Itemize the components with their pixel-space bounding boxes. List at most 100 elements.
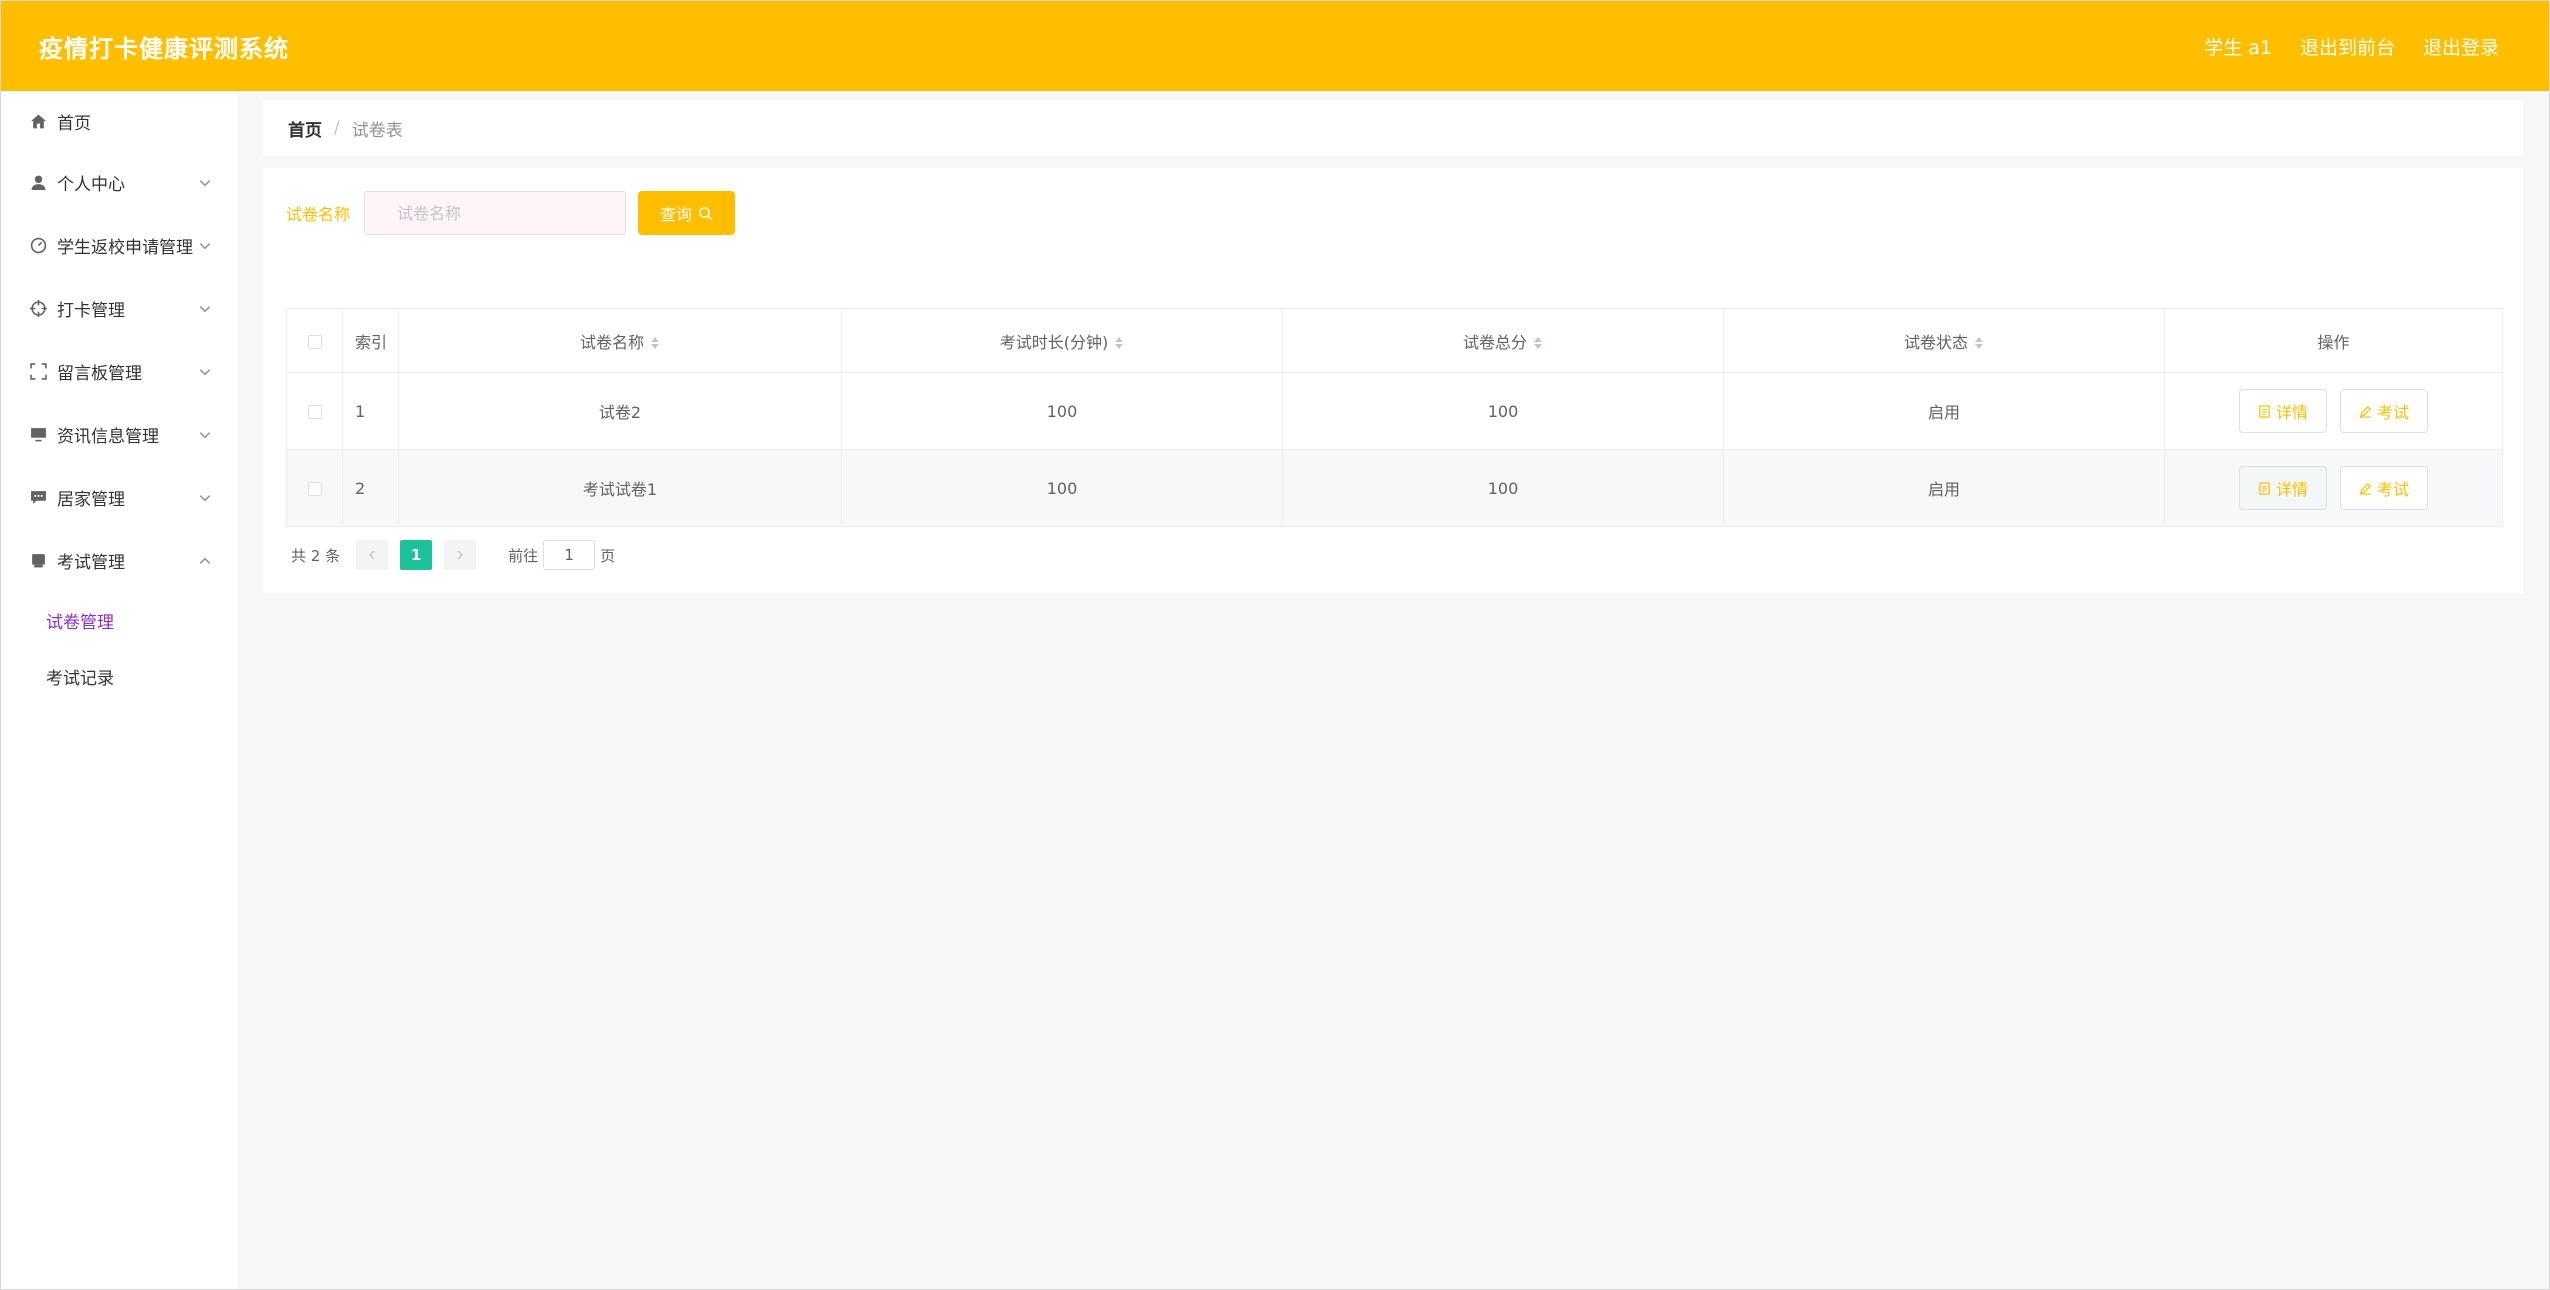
search-button-label: 查询: [660, 205, 693, 224]
chevron-down-icon: [199, 494, 211, 501]
chat-icon: [29, 489, 47, 507]
search-button[interactable]: 查询: [638, 191, 736, 235]
search-label: 试卷名称: [286, 205, 351, 224]
pagination-total: 共 2 条: [291, 546, 341, 565]
column-header-index: 索引: [342, 308, 399, 373]
row-index: 2: [342, 449, 399, 527]
app-title: 疫情打卡健康评测系统: [39, 34, 289, 63]
table-row: 2 考试试卷1 100 100 启用 详情 考试: [286, 449, 2503, 527]
breadcrumb-separator: /: [334, 118, 340, 138]
user-icon: [29, 174, 47, 192]
sidebar-item-label: 考试管理: [57, 553, 125, 573]
sidebar-item-label: 居家管理: [57, 490, 125, 510]
detail-button[interactable]: 详情: [2238, 389, 2327, 433]
edit-icon: [2359, 482, 2372, 495]
select-all-cell: [286, 308, 343, 373]
next-page-button[interactable]: [444, 540, 477, 570]
search-form: 试卷名称 查询: [286, 191, 736, 235]
sidebar-subitem-exam-records[interactable]: 考试记录: [1, 648, 238, 704]
current-user: 学生 a1: [2204, 36, 2272, 59]
edit-icon: [2359, 405, 2372, 418]
row-score: 100: [1282, 449, 1724, 527]
chevron-down-icon: [199, 242, 211, 249]
sort-icon[interactable]: [1974, 335, 1984, 351]
row-index: 1: [342, 372, 399, 450]
page-number-current[interactable]: 1: [400, 540, 433, 570]
prev-page-button[interactable]: [356, 540, 389, 570]
sidebar-item-news[interactable]: 资讯信息管理: [1, 403, 238, 466]
sidebar-item-message-board[interactable]: 留言板管理: [1, 340, 238, 403]
printer-icon: [29, 552, 47, 570]
search-input[interactable]: [364, 191, 627, 235]
page-suffix: 页: [600, 546, 616, 565]
home-icon: [29, 112, 47, 130]
column-header-score[interactable]: 试卷总分: [1282, 308, 1724, 373]
chevron-left-icon: [369, 550, 375, 560]
sidebar-item-home[interactable]: 首页: [1, 91, 238, 151]
sort-icon[interactable]: [650, 335, 660, 351]
sidebar-item-label: 学生返校申请管理: [57, 238, 193, 258]
sidebar-subitem-paper-management[interactable]: 试卷管理: [1, 592, 238, 648]
chevron-right-icon: [457, 550, 464, 560]
column-header-duration[interactable]: 考试时长(分钟): [841, 308, 1283, 373]
sidebar-item-label: 留言板管理: [57, 364, 142, 384]
sidebar-item-label: 个人中心: [57, 175, 125, 195]
exam-button[interactable]: 考试: [2340, 389, 2429, 433]
sidebar-item-exam[interactable]: 考试管理: [1, 529, 238, 592]
row-checkbox[interactable]: [307, 405, 322, 419]
exam-button-label: 考试: [2377, 403, 2410, 422]
row-select-cell: [286, 449, 343, 527]
sidebar-item-personal[interactable]: 个人中心: [1, 151, 238, 214]
row-select-cell: [286, 372, 343, 450]
pagination: 共 2 条 1 前往 页: [291, 540, 615, 570]
papers-table: 索引 试卷名称 考试时长(分钟) 试卷总分 试卷状态 操作 1 试卷2 100 …: [286, 308, 2503, 527]
row-checkbox[interactable]: [307, 482, 322, 496]
sidebar-item-label: 首页: [57, 113, 91, 134]
breadcrumb-home[interactable]: 首页: [288, 116, 322, 141]
sidebar-item-label: 资讯信息管理: [57, 427, 159, 447]
to-front-link[interactable]: 退出到前台: [2300, 33, 2395, 60]
monitor-icon: [29, 426, 47, 444]
exam-button[interactable]: 考试: [2340, 466, 2429, 510]
pagination-goto: 前往 页: [508, 540, 615, 570]
column-header-actions: 操作: [2164, 308, 2503, 373]
logout-link[interactable]: 退出登录: [2423, 33, 2499, 60]
column-header-label: 试卷名称: [579, 332, 644, 352]
chevron-down-icon: [199, 179, 211, 186]
document-icon: [2259, 404, 2270, 418]
detail-button-label: 详情: [2275, 480, 2308, 499]
gauge-icon: [29, 237, 47, 255]
chevron-down-icon: [199, 305, 211, 312]
main-content: 试卷名称 查询 索引 试卷名称 考试时长(分钟) 试卷总分 试卷状态 操作 1 …: [263, 168, 2523, 593]
detail-button[interactable]: 详情: [2238, 466, 2327, 510]
table-row: 1 试卷2 100 100 启用 详情 考试: [286, 372, 2503, 450]
row-actions: 详情 考试: [2164, 372, 2503, 450]
sidebar-item-home-quarantine[interactable]: 居家管理: [1, 466, 238, 529]
chevron-up-icon: [199, 557, 211, 564]
goto-label: 前往: [508, 546, 539, 565]
chevron-down-icon: [199, 368, 211, 375]
column-header-label: 试卷总分: [1462, 332, 1527, 352]
select-all-checkbox[interactable]: [307, 334, 322, 349]
column-header-label: 试卷状态: [1903, 332, 1968, 352]
row-status: 启用: [1723, 449, 2165, 527]
sort-icon[interactable]: [1114, 335, 1124, 351]
goto-page-input[interactable]: [543, 540, 596, 570]
sort-icon[interactable]: [1533, 335, 1543, 351]
breadcrumb-current: 试卷表: [351, 120, 403, 141]
exam-button-label: 考试: [2377, 480, 2410, 499]
table-header-row: 索引 试卷名称 考试时长(分钟) 试卷总分 试卷状态 操作: [286, 308, 2503, 373]
column-header-label: 考试时长(分钟): [999, 332, 1109, 352]
sidebar-item-checkin[interactable]: 打卡管理: [1, 277, 238, 340]
sidebar-menu: 首页 个人中心 学生返校申请管理 打卡管理 留言板管理 资讯信息管理 居家管理 …: [1, 91, 238, 1289]
chevron-down-icon: [199, 431, 211, 438]
document-icon: [2259, 481, 2270, 495]
crosshair-icon: [29, 300, 47, 318]
row-actions: 详情 考试: [2164, 449, 2503, 527]
column-header-name[interactable]: 试卷名称: [398, 308, 842, 373]
column-header-status[interactable]: 试卷状态: [1723, 308, 2165, 373]
fullscreen-icon: [29, 363, 47, 381]
sidebar-item-return-school[interactable]: 学生返校申请管理: [1, 214, 238, 277]
sidebar-item-label: 打卡管理: [57, 301, 125, 321]
header-actions: 学生 a1 退出到前台 退出登录: [2204, 33, 2499, 60]
